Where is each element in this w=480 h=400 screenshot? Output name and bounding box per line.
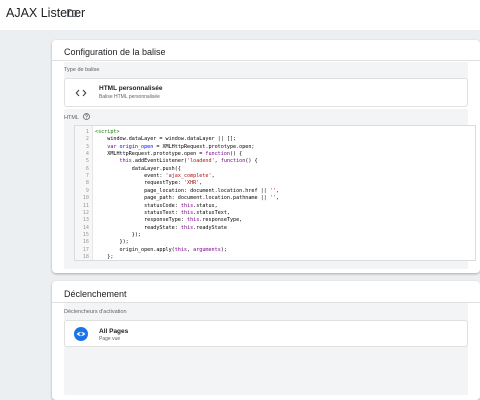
folder-icon[interactable] (67, 9, 77, 17)
code-token: = XMLHttpRequest.prototype.open; (153, 143, 255, 150)
code-token: this (119, 158, 132, 165)
code-text: }; (95, 253, 114, 260)
code-token: }); (95, 239, 129, 246)
code-token: .responseType, (199, 217, 243, 224)
code-token: }); (95, 231, 142, 238)
code-token: , (211, 173, 215, 180)
code-token: .statusText, (193, 209, 230, 216)
code-token: () { (245, 158, 258, 165)
code-token: ); (220, 246, 227, 253)
tag-configuration-card[interactable]: Configuration de la balise Type de balis… (52, 40, 480, 273)
code-token: this (180, 224, 194, 231)
code-line: 18 }; (75, 253, 475, 260)
triggering-title: Déclenchement (64, 289, 127, 299)
code-token: () { (229, 151, 243, 158)
html-section: HTML 1 <script> 2 window.dataLayer = windo… (64, 109, 476, 269)
tag-configuration-title: Configuration de la balise (64, 47, 166, 57)
code-token: statusText: (95, 209, 181, 216)
code-token: 'ajax_complete' (165, 173, 212, 180)
code-token: origin_open (119, 143, 154, 150)
code-token: window.dataLayer = window.dataLayer || [… (95, 136, 237, 143)
triggers-section: Déclencheurs d'activation All Pages Page… (64, 303, 468, 395)
code-token: page_path: document.location.pathname || (95, 195, 270, 202)
code-token: function (220, 158, 246, 165)
tag-type-section: Type de balise HTML personnalisée Balise… (64, 62, 468, 107)
code-token: var (95, 143, 120, 150)
code-token: , (199, 180, 203, 187)
code-token: .readyState (193, 224, 227, 231)
code-token: this (180, 202, 194, 209)
help-icon[interactable] (83, 113, 90, 120)
code-token: dataLayer.push({ (95, 165, 181, 172)
trigger-type: Page vue (99, 336, 121, 342)
tag-type-label: Type de balise (64, 67, 100, 73)
code-token: this (174, 246, 188, 253)
trigger-all-pages[interactable]: All Pages Page vue (64, 320, 468, 347)
code-token: , (275, 187, 280, 194)
code-token: event: (95, 173, 166, 180)
code-token: XMLHttpRequest.prototype.open = (95, 151, 206, 158)
code-token: .addEventListener( (131, 158, 188, 165)
html-code-editor[interactable]: 1 <script> 2 window.dataLayer = window.dat… (74, 125, 476, 261)
code-token: this (187, 217, 200, 224)
code-token: requestType: (95, 180, 184, 187)
code-token: }; (95, 253, 114, 260)
eye-icon (74, 327, 88, 341)
tag-type-subtitle: Balise HTML personnalisée (99, 94, 160, 100)
trigger-name: All Pages (99, 328, 129, 335)
code-icon (75, 89, 87, 97)
main-content: Configuration de la balise Type de balis… (52, 40, 480, 400)
code-token: origin_open.apply( (95, 246, 175, 253)
triggering-card[interactable]: Déclenchement Déclencheurs d'activation … (52, 281, 480, 400)
code-token: page_location: document.location.href || (95, 187, 270, 194)
code-token: readyState: (95, 224, 181, 231)
line-number: 18 (82, 253, 89, 260)
code-token: this (180, 209, 194, 216)
code-token: 'loadend' (187, 158, 215, 165)
code-token: , (275, 195, 280, 202)
code-token: statusCode: (95, 202, 181, 209)
tag-type-name: HTML personnalisée (99, 85, 163, 92)
code-token: function (205, 151, 230, 158)
code-token: <script> (95, 129, 120, 135)
code-token: 'XHR' (183, 180, 200, 187)
html-label: HTML (64, 115, 79, 121)
code-token: responseType: (95, 217, 188, 224)
code-token: arguments (193, 246, 221, 253)
divider (52, 60, 480, 61)
tag-type-tile[interactable]: HTML personnalisée Balise HTML personnal… (64, 78, 468, 107)
triggers-label: Déclencheurs d'activation (64, 309, 127, 315)
top-bar: AJAX Listener (0, 0, 480, 30)
code-token: .status, (193, 202, 218, 209)
